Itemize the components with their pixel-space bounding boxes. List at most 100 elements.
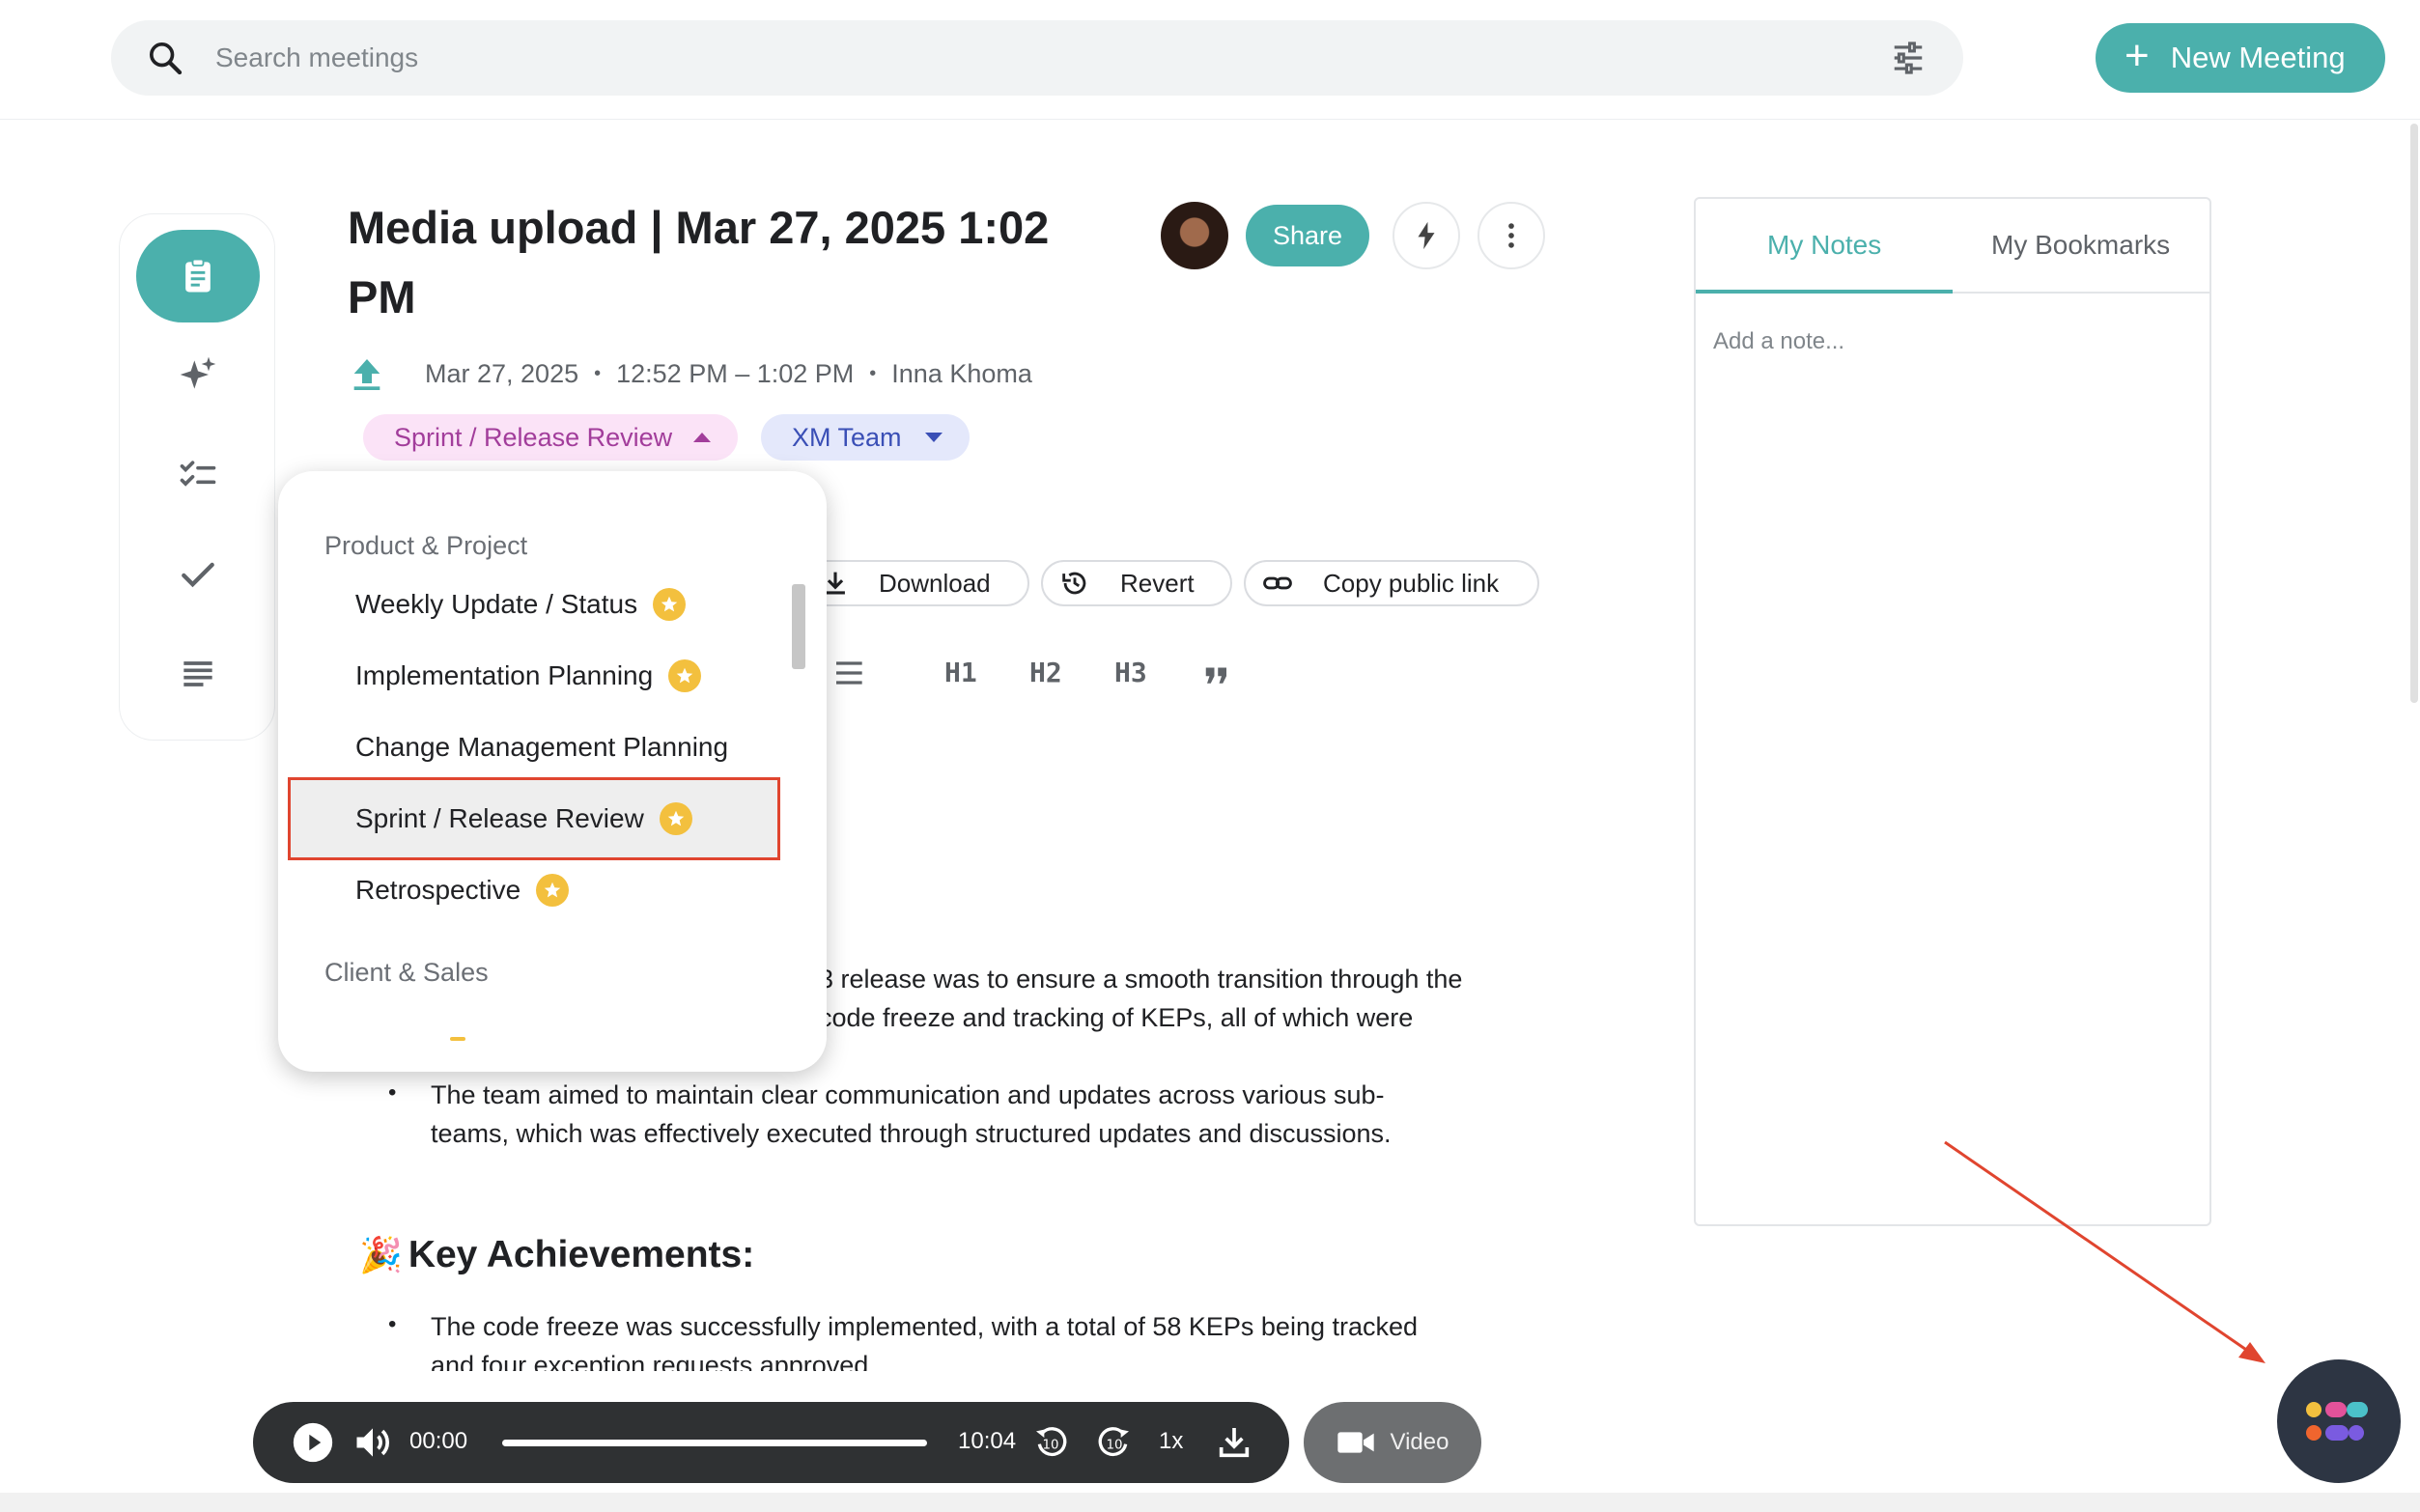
assistant-launcher-button[interactable] [2277,1359,2401,1483]
duration: 10:04 [958,1428,1017,1454]
progress-bar[interactable] [502,1440,927,1446]
lightning-icon [1418,221,1435,250]
sparkle-icon [180,356,216,389]
nav-check[interactable] [136,529,260,622]
revert-label: Revert [1120,568,1195,598]
meeting-type-dropdown: Product & Project Weekly Update / Status… [278,471,827,1072]
text-lines-icon [183,661,212,686]
download-audio-icon[interactable] [1215,1423,1253,1462]
achievement-line-2: and four exception requests approved. [431,1351,876,1371]
app-logo-icon [2306,1402,2368,1441]
star-icon [653,588,687,621]
tab-my-bookmarks[interactable]: My Bookmarks [1991,230,2170,261]
group-label-client-sales: Client & Sales [324,958,489,987]
revert-button[interactable]: Revert [1041,560,1232,606]
video-button[interactable]: Video [1304,1402,1481,1483]
copy-public-link-button[interactable]: Copy public link [1244,560,1539,606]
achievement-item: The code freeze was successfully impleme… [431,1307,1522,1371]
option-label: Weekly Update / Status [355,589,638,619]
meeting-meta: Mar 27, 2025 • 12:52 PM – 1:02 PM • Inna… [348,353,1032,394]
svg-text:10: 10 [1107,1439,1123,1453]
heading-1-button[interactable]: H1 [944,657,977,688]
notes-tabs: My Notes My Bookmarks [1696,199,2209,294]
star-icon [536,874,570,907]
new-meeting-button[interactable]: + New Meeting [2096,23,2385,93]
more-options-button[interactable] [1477,202,1545,269]
achievements-heading: 🎉 Key Achievements: [359,1234,754,1276]
video-camera-icon [1337,1432,1374,1453]
dropdown-scrollbar[interactable] [792,584,805,669]
nav-transcript[interactable] [136,628,260,720]
option-weekly-update[interactable]: Weekly Update / Status [355,585,687,624]
share-button[interactable]: Share [1246,205,1369,266]
link-icon [1263,576,1292,590]
caret-down-icon [925,433,943,442]
meeting-date: Mar 27, 2025 [425,358,579,388]
history-icon [1062,572,1086,595]
tab-my-notes[interactable]: My Notes [1767,230,1881,261]
tag-meeting-type-label: Sprint / Release Review [394,422,673,452]
tag-meeting-type[interactable]: Sprint / Release Review [363,414,738,461]
more-vertical-icon [1508,223,1514,248]
bullet-line-2: teams, which was effectively executed th… [431,1119,1392,1148]
video-label: Video [1390,1429,1449,1455]
selection-highlight-box [288,777,780,860]
clipboard-icon [185,258,211,293]
left-nav-rail [119,213,275,741]
copy-public-link-label: Copy public link [1323,568,1500,598]
active-tab-indicator [1696,290,1953,294]
download-label: Download [879,568,991,598]
tag-team-label: XM Team [792,422,902,452]
new-meeting-label: New Meeting [2170,41,2346,74]
achievements-heading-text: Key Achievements: [408,1234,755,1275]
option-label: Implementation Planning [355,660,654,690]
nav-checklist[interactable] [136,429,260,521]
group-label-product-project: Product & Project [324,531,528,560]
play-icon[interactable] [292,1421,334,1464]
playback-speed[interactable]: 1x [1159,1428,1183,1455]
filter-sliders-icon[interactable] [1890,40,1927,76]
search-input[interactable] [215,34,1857,82]
notes-panel: My Notes My Bookmarks Add a note... [1694,197,2211,1226]
bullet-item: The team aimed to maintain clear communi… [431,1076,1522,1153]
party-popper-icon: 🎉 [359,1235,403,1274]
bullet-dot: • [388,1311,397,1337]
tag-team[interactable]: XM Team [761,414,970,461]
search-bar[interactable] [111,20,1963,96]
meeting-time: 12:52 PM – 1:02 PM [616,358,855,388]
partial-star-icon [450,1037,465,1041]
download-button[interactable]: Download [794,560,1029,606]
bottom-edge [0,1493,2420,1512]
page-title: Media upload | Mar 27, 2025 1:02 PM [348,202,1050,322]
meeting-owner: Inna Khoma [891,358,1032,388]
bullet-dot: • [388,1079,397,1106]
option-retrospective[interactable]: Retrospective [355,871,570,910]
current-time: 00:00 [409,1428,468,1454]
heading-2-button[interactable]: H2 [1029,657,1062,688]
media-player: 00:00 10:04 10 10 1x [253,1402,1289,1483]
top-bar: + New Meeting [0,0,2420,120]
numbered-list-icon[interactable] [827,657,865,689]
check-icon [182,562,214,588]
volume-icon[interactable] [352,1421,394,1464]
star-icon [668,659,702,692]
upload-icon [353,359,380,390]
page-scrollbar[interactable] [2410,124,2418,703]
rewind-10-icon[interactable]: 10 [1031,1423,1070,1462]
plus-icon: + [2125,32,2150,79]
heading-3-button[interactable]: H3 [1114,657,1147,688]
nav-notes-clipboard[interactable] [136,230,260,322]
option-change-management-planning[interactable]: Change Management Planning [355,728,728,767]
svg-text:10: 10 [1043,1439,1059,1453]
note-input[interactable]: Add a note... [1713,328,1844,355]
nav-ai-sparkle[interactable] [136,328,260,421]
option-label: Retrospective [355,875,521,905]
option-implementation-planning[interactable]: Implementation Planning [355,657,702,695]
quote-icon[interactable] [1201,660,1232,689]
bullet-line-1: The team aimed to maintain clear communi… [431,1080,1385,1109]
option-label: Change Management Planning [355,732,729,762]
achievement-line-1: The code freeze was successfully impleme… [431,1312,1419,1341]
avatar[interactable] [1161,202,1228,269]
lightning-button[interactable] [1393,202,1460,269]
forward-10-icon[interactable]: 10 [1095,1423,1134,1462]
